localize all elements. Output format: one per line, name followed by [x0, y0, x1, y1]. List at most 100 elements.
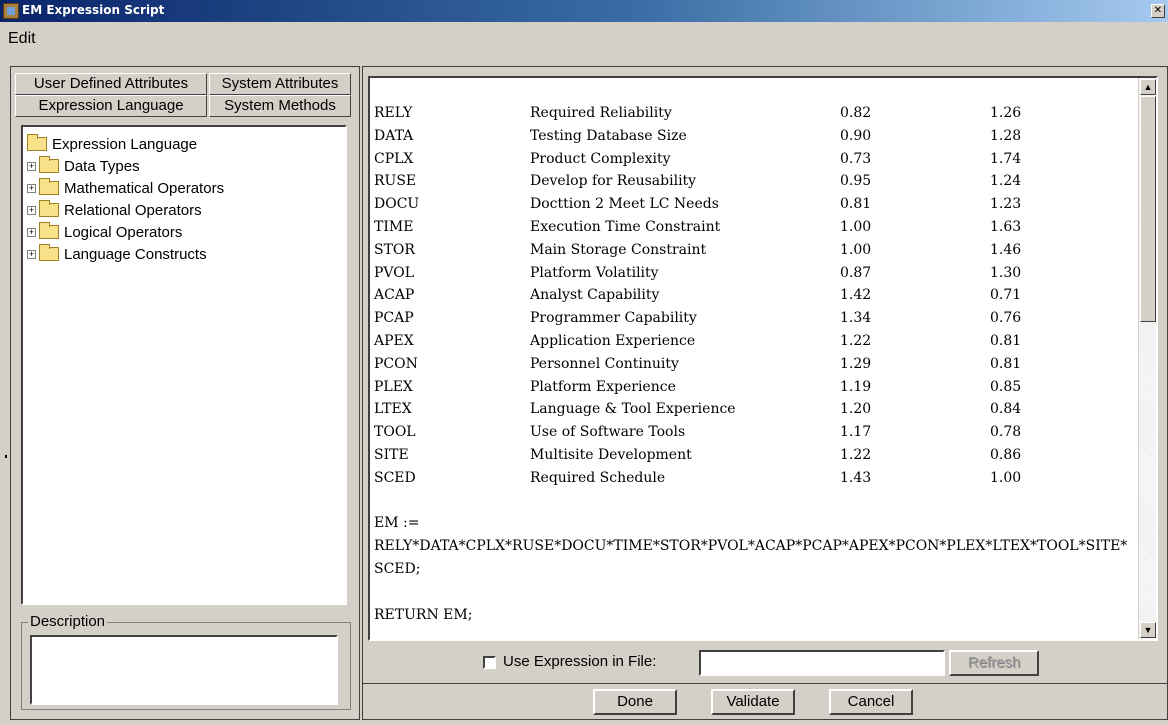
tab-system-methods[interactable]: System Methods — [209, 95, 351, 117]
tree-item-label: Logical Operators — [64, 223, 183, 241]
scroll-up-icon[interactable]: ▲ — [1140, 79, 1156, 95]
code-low-value: 0.82 — [840, 105, 872, 121]
code-description: Platform Volatility — [530, 264, 659, 281]
tab-system-attributes[interactable]: System Attributes — [209, 73, 351, 95]
code-factor: SCED — [374, 469, 416, 486]
code-row: PLEX Platform Experience 1.19 0.85 — [374, 376, 1127, 399]
code-factor: STOR — [374, 241, 415, 258]
scroll-thumb[interactable] — [1140, 96, 1156, 322]
code-low-value: 1.34 — [840, 310, 872, 327]
tree-item-language-constructs[interactable]: + Language Constructs — [27, 243, 207, 265]
title-bar: EM Expression Script ✕ — [0, 0, 1168, 22]
code-high-value: 1.63 — [990, 218, 1022, 235]
refresh-button[interactable]: Refresh — [949, 650, 1039, 676]
expand-icon[interactable]: + — [27, 227, 36, 237]
code-factor: PCON — [374, 355, 418, 372]
expand-icon[interactable]: + — [27, 183, 36, 193]
code-factor: PVOL — [374, 264, 415, 281]
code-high-value: 0.71 — [990, 287, 1022, 304]
expand-icon[interactable]: + — [27, 249, 36, 259]
code-low-value: 0.95 — [840, 173, 872, 190]
code-high-value: 1.00 — [990, 469, 1022, 486]
tab-expression-language[interactable]: Expression Language — [15, 95, 207, 117]
tree-root[interactable]: Expression Language — [27, 133, 197, 155]
code-description: Product Complexity — [530, 150, 671, 167]
code-factor: TOOL — [374, 424, 416, 441]
done-button[interactable]: Done — [593, 689, 677, 715]
expression-tree: Expression Language + Data Types + Mathe… — [21, 125, 347, 605]
code-description: Platform Experience — [530, 378, 676, 395]
cancel-button[interactable]: Cancel — [829, 689, 913, 715]
code-factor: RUSE — [374, 173, 417, 190]
code-low-value: 1.17 — [840, 424, 872, 441]
tree-item-logical-operators[interactable]: + Logical Operators — [27, 221, 182, 243]
code-factor: DATA — [374, 127, 414, 144]
code-description: Develop for Reusability — [530, 173, 697, 190]
code-factor: RELY — [374, 105, 413, 121]
code-row: TOOL Use of Software Tools 1.17 0.78 — [374, 421, 1127, 444]
code-row: PVOL Platform Volatility 0.87 1.30 — [374, 262, 1127, 285]
code-low-value: 1.22 — [840, 446, 872, 463]
edge-mark — [5, 455, 7, 458]
code-factor: PLEX — [374, 378, 413, 395]
expand-icon[interactable]: + — [27, 205, 36, 215]
code-low-value: 0.90 — [840, 127, 872, 144]
code-description: Programmer Capability — [530, 310, 697, 327]
vertical-scrollbar[interactable]: ▲ ▼ — [1138, 78, 1156, 639]
right-panel: RELY Required Reliability 0.82 1.26 DATA Test… — [362, 66, 1168, 720]
tab-user-defined-attributes[interactable]: User Defined Attributes — [15, 73, 207, 95]
file-path-input[interactable] — [699, 650, 945, 676]
code-description: Personnel Continuity — [530, 355, 679, 372]
code-description: Required Schedule — [530, 469, 666, 486]
code-high-value: 0.81 — [990, 332, 1022, 349]
code-row: PCON Personnel Continuity 1.29 0.81 — [374, 353, 1127, 376]
code-high-value: 0.78 — [990, 424, 1022, 441]
code-factor: SITE — [374, 446, 409, 463]
code-line: RETURN EM; — [374, 606, 473, 623]
description-textarea[interactable] — [30, 635, 338, 705]
tree-item-label: Mathematical Operators — [64, 179, 225, 197]
code-description: Analyst Capability — [530, 287, 660, 304]
code-low-value: 1.43 — [840, 469, 872, 486]
close-button[interactable]: ✕ — [1151, 4, 1165, 18]
menu-edit[interactable]: Edit — [8, 30, 36, 48]
tree-item-data-types[interactable]: + Data Types — [27, 155, 140, 177]
code-row: DOCU Docttion 2 Meet LC Needs 0.81 1.23 — [374, 193, 1127, 216]
tree-item-label: Relational Operators — [64, 201, 202, 219]
code-line: SCED; — [374, 560, 421, 577]
code-low-value: 0.87 — [840, 264, 872, 281]
code-high-value: 1.28 — [990, 127, 1022, 144]
tree-item-relational-operators[interactable]: + Relational Operators — [27, 199, 202, 221]
code-factor: PCAP — [374, 310, 414, 327]
code-factor: TIME — [374, 218, 414, 235]
code-high-value: 1.26 — [990, 105, 1022, 121]
code-row: PCAP Programmer Capability 1.34 0.76 — [374, 307, 1127, 330]
code-low-value: 1.29 — [840, 355, 872, 372]
code-row: RELY Required Reliability 0.82 1.26 — [374, 102, 1127, 125]
use-expression-checkbox[interactable] — [483, 656, 496, 669]
code-description: Testing Database Size — [530, 127, 687, 144]
code-row: CPLX Product Complexity 0.73 1.74 — [374, 148, 1127, 171]
code-description: Docttion 2 Meet LC Needs — [530, 196, 719, 213]
expression-editor[interactable]: RELY Required Reliability 0.82 1.26 DATA Test… — [368, 76, 1158, 641]
code-low-value: 1.20 — [840, 401, 872, 418]
code-high-value: 1.46 — [990, 241, 1022, 258]
scroll-down-icon[interactable]: ▼ — [1140, 622, 1156, 638]
code-row: APEX Application Experience 1.22 0.81 — [374, 330, 1127, 353]
code-description: Application Experience — [530, 332, 696, 349]
folder-icon — [39, 244, 59, 261]
code-row: SCED Required Schedule 1.43 1.00 — [374, 467, 1127, 490]
expand-icon[interactable]: + — [27, 161, 36, 171]
left-panel: User Defined Attributes System Attribute… — [10, 66, 360, 720]
code-row: SITE Multisite Development 1.22 0.86 — [374, 444, 1127, 467]
tree-item-label: Language Constructs — [64, 245, 207, 263]
validate-button[interactable]: Validate — [711, 689, 795, 715]
code-description: Main Storage Constraint — [530, 241, 707, 258]
tree-item-mathematical-operators[interactable]: + Mathematical Operators — [27, 177, 224, 199]
code-low-value: 1.42 — [840, 287, 872, 304]
code-factor: LTEX — [374, 401, 412, 418]
code-factor: DOCU — [374, 196, 420, 213]
code-line: RELY*DATA*CPLX*RUSE*DOCU*TIME*STOR*PVOL*… — [374, 538, 1128, 555]
